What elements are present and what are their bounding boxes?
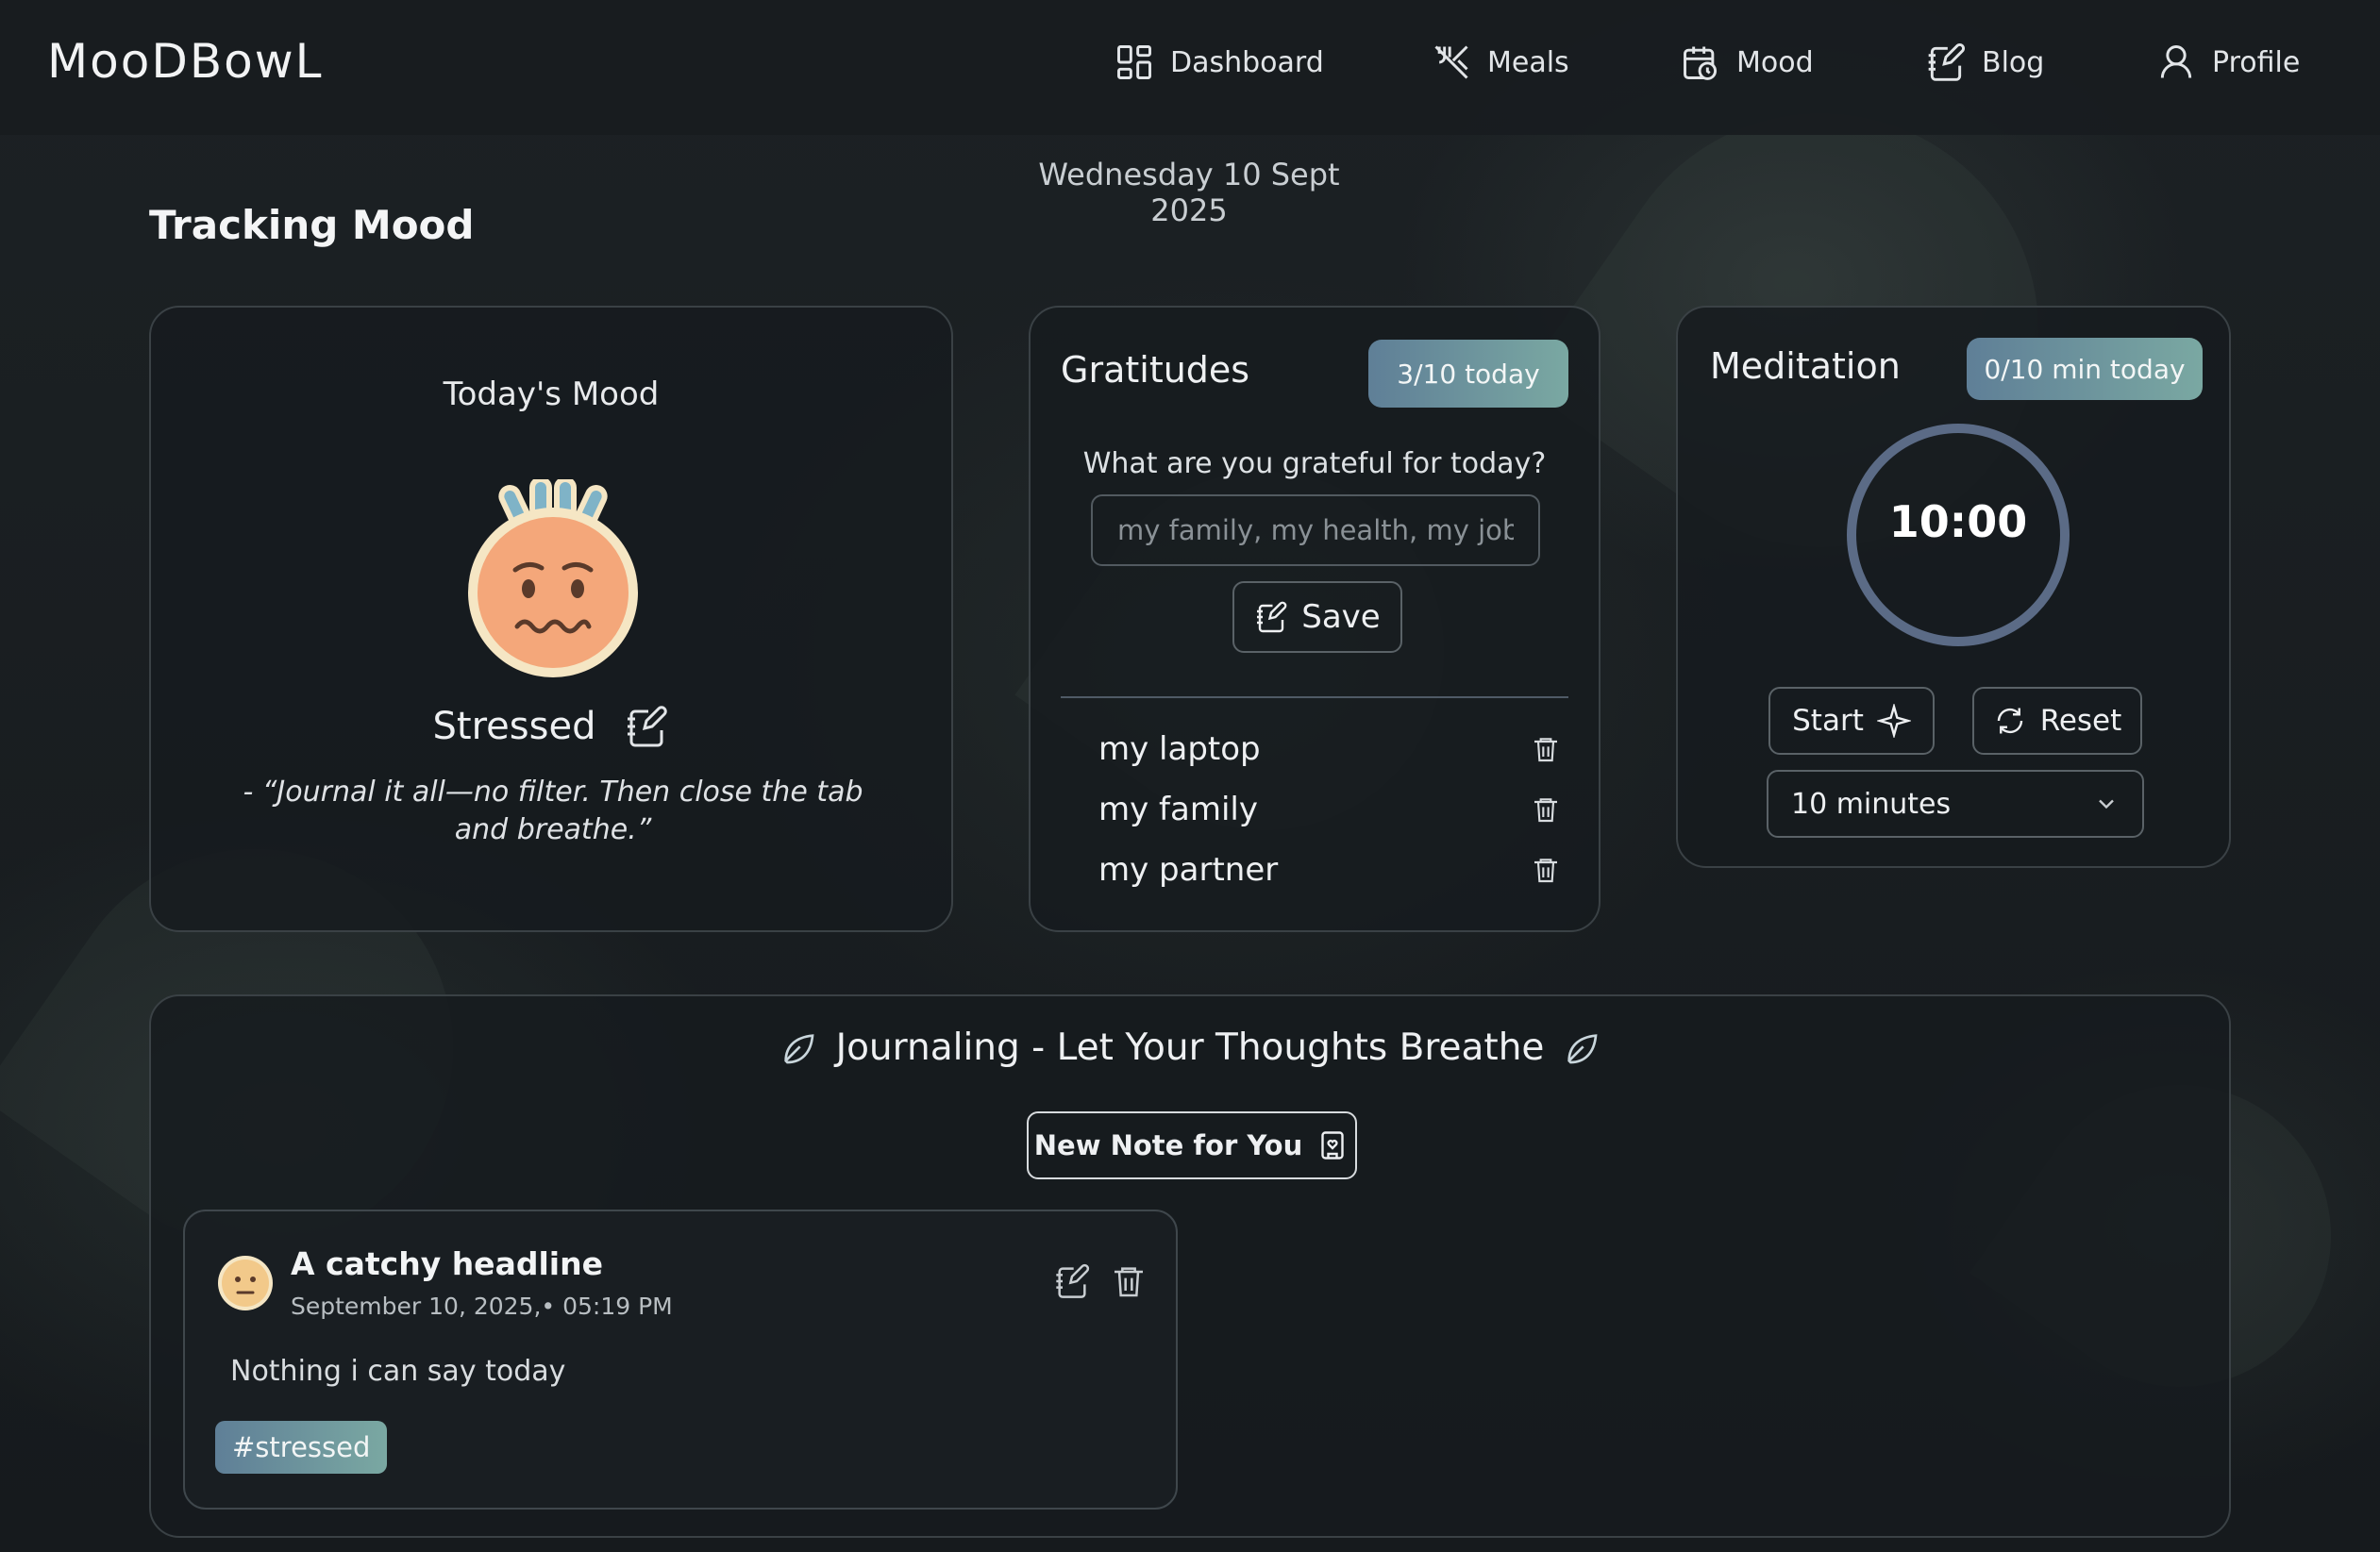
meditation-title: Meditation — [1710, 345, 1901, 387]
journal-title: Journaling - Let Your Thoughts Breathe — [835, 1026, 1545, 1069]
trash-icon[interactable] — [1531, 855, 1561, 885]
nav-item-dashboard[interactable]: Dashboard — [1114, 42, 1324, 83]
trash-icon[interactable] — [1110, 1262, 1148, 1300]
notebook-pen-icon — [1257, 601, 1287, 633]
timer-display: 10:00 — [1888, 496, 2028, 547]
nav-label: Profile — [2212, 45, 2301, 79]
page-title: Tracking Mood — [149, 202, 475, 248]
top-nav-bar: MooDBowL Dashboard Meals Mood Blog Profi… — [0, 0, 2380, 135]
dashboard-icon — [1117, 45, 1151, 79]
gratitude-item: my partner — [1098, 851, 1561, 889]
user-icon — [2160, 45, 2192, 78]
duration-select[interactable]: 10 minutes — [1767, 770, 2144, 838]
trash-icon[interactable] — [1531, 794, 1561, 825]
mood-quote: - “Journal it all—no filter. Then close … — [243, 776, 863, 846]
leaf-icon — [1567, 1033, 1598, 1063]
notebook-heart-icon — [1321, 1131, 1344, 1160]
gratitudes-count-badge: 3/10 today — [1368, 340, 1568, 408]
app-logo[interactable]: MooDBowL — [47, 34, 323, 89]
save-gratitude-button[interactable]: Save — [1232, 581, 1402, 653]
gratitudes-title: Gratitudes — [1061, 349, 1250, 391]
nav-item-meals[interactable]: Meals — [1431, 42, 1569, 83]
leaf-icon — [783, 1033, 814, 1063]
todays-mood-card: Today's Mood Stressed - “Journal it all—… — [149, 306, 953, 932]
meditation-card: Meditation 0/10 min today 10:00 Start Re… — [1676, 306, 2231, 868]
start-button[interactable]: Start — [1768, 687, 1935, 755]
mood-label: Stressed — [432, 705, 596, 748]
start-label: Start — [1792, 704, 1864, 738]
nav-label: Meals — [1487, 45, 1569, 79]
stressed-face-icon — [468, 479, 638, 677]
meditation-count-badge: 0/10 min today — [1967, 338, 2203, 400]
edit-note-icon[interactable] — [1053, 1262, 1091, 1300]
new-note-label: New Note for You — [1033, 1129, 1303, 1161]
journal-title-row: Journaling - Let Your Thoughts Breathe — [151, 1026, 2229, 1069]
sparkle-icon — [1876, 704, 1911, 738]
refresh-icon — [1997, 708, 2022, 734]
mood-heading: Today's Mood — [443, 375, 660, 413]
current-date: Wednesday 10 Sept 2025 — [1038, 157, 1340, 228]
note-actions — [1053, 1262, 1148, 1300]
notebook-pen-icon — [1928, 43, 1965, 81]
nav-label: Dashboard — [1170, 45, 1324, 79]
journal-note-card[interactable]: A catchy headline September 10, 2025,• 0… — [183, 1210, 1178, 1510]
note-tag[interactable]: #stressed — [215, 1421, 388, 1474]
note-body: Nothing i can say today — [230, 1355, 566, 1388]
gratitude-item: my laptop — [1098, 730, 1561, 768]
duration-selected: 10 minutes — [1791, 787, 1952, 821]
nav-label: Mood — [1736, 45, 1814, 79]
gratitude-input[interactable] — [1091, 494, 1540, 566]
reset-label: Reset — [2039, 704, 2122, 738]
gratitude-prompt: What are you grateful for today? — [1082, 447, 1547, 480]
chevron-down-icon — [2099, 799, 2114, 809]
nav-item-profile[interactable]: Profile — [2155, 42, 2300, 83]
nav-item-blog[interactable]: Blog — [1925, 42, 2044, 83]
neutral-face-icon — [218, 1256, 273, 1310]
divider — [1061, 696, 1568, 698]
gratitude-item-label: my family — [1098, 791, 1258, 828]
nav-item-mood[interactable]: Mood — [1680, 42, 1814, 83]
trash-icon[interactable] — [1531, 734, 1561, 764]
save-label: Save — [1301, 598, 1381, 636]
gratitude-item-label: my laptop — [1098, 730, 1261, 768]
utensils-icon — [1434, 45, 1468, 79]
note-date: September 10, 2025,• 05:19 PM — [291, 1293, 673, 1320]
new-note-button[interactable]: New Note for You — [1027, 1111, 1357, 1179]
calendar-clock-icon — [1684, 46, 1718, 80]
gratitudes-card: Gratitudes 3/10 today What are you grate… — [1029, 306, 1601, 932]
gratitude-item: my family — [1098, 791, 1561, 828]
reset-button[interactable]: Reset — [1972, 687, 2142, 755]
journal-card: Journaling - Let Your Thoughts Breathe N… — [149, 994, 2231, 1538]
gratitude-item-label: my partner — [1098, 851, 1279, 889]
nav-label: Blog — [1982, 45, 2045, 79]
edit-mood-icon[interactable] — [624, 704, 669, 749]
note-title: A catchy headline — [291, 1245, 603, 1282]
mood-label-row: Stressed — [151, 704, 951, 749]
